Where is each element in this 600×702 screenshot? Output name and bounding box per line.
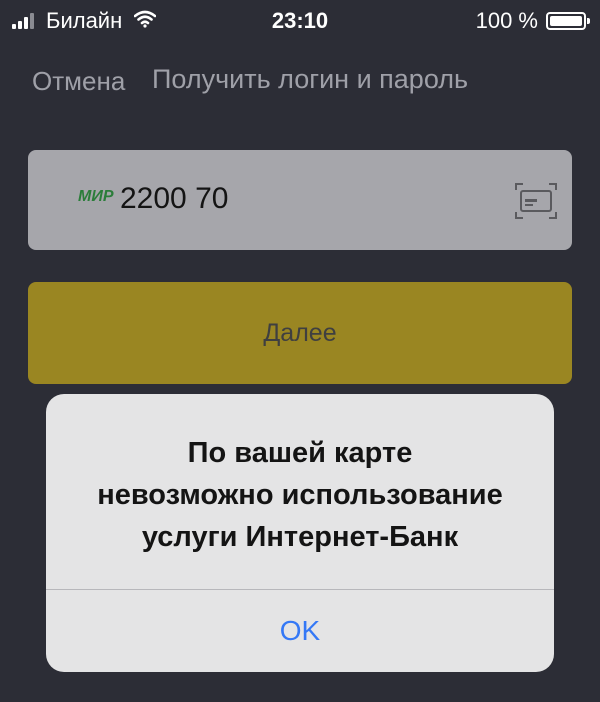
card-number-value: 2200 70: [120, 182, 229, 215]
mir-logo: МИР: [78, 188, 114, 205]
cancel-button[interactable]: Отмена: [32, 66, 125, 97]
nav-bar: Отмена Получить логин и пароль: [0, 60, 600, 100]
page-title: Получить логин и пароль: [152, 64, 469, 94]
card-scan-icon[interactable]: [514, 182, 558, 225]
next-button[interactable]: Далее: [28, 282, 572, 384]
battery-icon: [546, 12, 590, 30]
ok-button[interactable]: OK: [46, 590, 554, 672]
alert-message-line: По вашей карте: [187, 437, 413, 469]
status-right: 100 %: [475, 8, 590, 34]
status-bar: Билайн 23:10 100 %: [0, 0, 600, 44]
alert-dialog: По вашей карте невозможно использование …: [46, 394, 554, 672]
card-number-input[interactable]: МИР 2200 70: [28, 150, 572, 250]
alert-message-line: невозможно использование: [97, 479, 503, 511]
alert-message-line: услуги Интернет-Банк: [141, 521, 459, 553]
alert-message: По вашей карте невозможно использование …: [46, 432, 554, 558]
battery-percentage: 100 %: [475, 8, 538, 33]
